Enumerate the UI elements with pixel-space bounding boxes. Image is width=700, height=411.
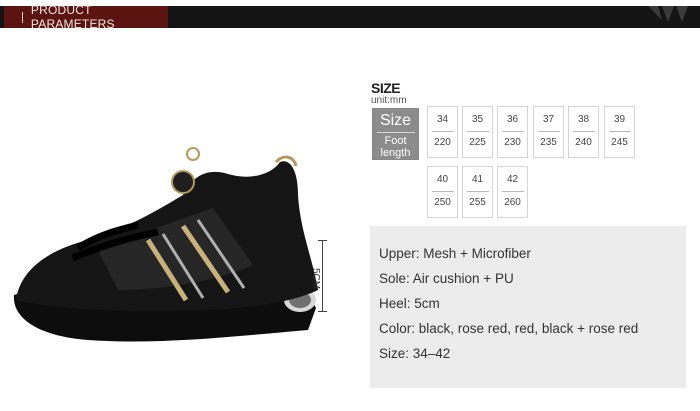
foot-length-header-label: Foot length <box>380 135 411 159</box>
size-cell: 42 260 <box>497 166 528 218</box>
foot-length-value: 220 <box>434 137 451 148</box>
foot-length-value: 235 <box>540 137 557 148</box>
size-value: 40 <box>436 174 449 185</box>
size-value: 42 <box>506 174 519 185</box>
size-value: 41 <box>471 174 484 185</box>
size-cell-divider <box>501 191 524 192</box>
chevron-decoration-icon <box>648 6 688 22</box>
size-cell-divider <box>501 131 524 132</box>
size-header-divider <box>376 132 415 133</box>
specs-panel: Upper: Mesh + Microfiber Sole: Air cushi… <box>370 226 686 388</box>
size-value: 34 <box>436 114 449 125</box>
size-value: 38 <box>577 114 590 125</box>
foot-length-value: 260 <box>504 197 521 208</box>
size-cell: 40 250 <box>427 166 458 218</box>
size-cell: 38 240 <box>568 106 599 158</box>
size-cell-divider <box>466 191 489 192</box>
size-header-label: Size <box>379 112 412 129</box>
foot-length-value: 225 <box>469 137 486 148</box>
measure-line <box>322 240 323 312</box>
size-cell: 34 220 <box>427 106 458 158</box>
foot-length-value: 255 <box>469 197 486 208</box>
header-bar: PRODUCT PARAMETERS <box>0 3 700 31</box>
shoe-image <box>13 147 318 342</box>
size-cell: 36 230 <box>497 106 528 158</box>
size-value: 36 <box>506 114 519 125</box>
size-cell-divider <box>572 131 595 132</box>
size-cell-divider <box>537 131 560 132</box>
size-value: 37 <box>542 114 555 125</box>
foot-length-value: 230 <box>504 137 521 148</box>
size-cell-divider <box>466 131 489 132</box>
foot-length-value: 250 <box>434 197 451 208</box>
size-cell: 39 245 <box>604 106 635 158</box>
spec-upper: Upper: Mesh + Microfiber <box>379 246 531 261</box>
spec-sole: Sole: Air cushion + PU <box>379 271 514 286</box>
section-title: PRODUCT PARAMETERS <box>30 3 115 31</box>
size-title: SIZE <box>371 80 401 96</box>
size-unit: unit:mm <box>371 95 407 106</box>
size-value: 35 <box>471 114 484 125</box>
foot-length-value: 240 <box>575 137 592 148</box>
section-title-tag: PRODUCT PARAMETERS <box>4 3 168 31</box>
size-cell: 37 235 <box>533 106 564 158</box>
size-cell-divider <box>431 131 454 132</box>
size-cell: 35 225 <box>462 106 493 158</box>
size-cell-divider <box>431 191 454 192</box>
spec-color: Color: black, rose red, red, black + ros… <box>379 321 639 336</box>
measure-cap-top <box>318 240 327 241</box>
spec-heel: Heel: 5cm <box>379 296 440 311</box>
heel-height-measure: 5CM <box>310 240 336 312</box>
size-cell-divider <box>608 131 631 132</box>
title-divider <box>22 11 23 23</box>
measure-label: 5CM <box>310 268 321 290</box>
size-value: 39 <box>613 114 626 125</box>
size-header-cell: Size Foot length <box>372 108 419 160</box>
foot-length-value: 245 <box>611 137 628 148</box>
size-cell: 41 255 <box>462 166 493 218</box>
measure-cap-bottom <box>318 311 327 312</box>
spec-size: Size: 34–42 <box>379 346 451 361</box>
